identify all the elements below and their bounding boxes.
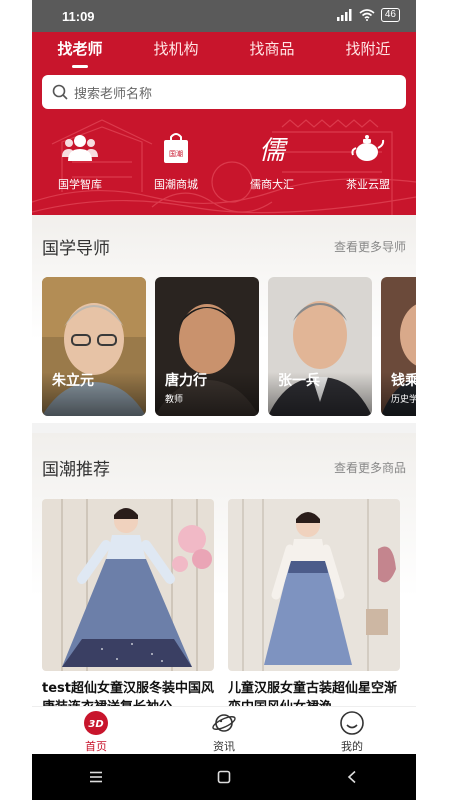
wifi-icon (359, 9, 375, 21)
mentor-list: 朱立元 唐力行 教师 张一兵 钱乘 历史学 (42, 277, 416, 417)
app-screen: 11:09 46 找老师 找机构 找商品 找附近 搜索老师名称 国学智库 国潮 … (32, 0, 416, 800)
menu-icon (90, 771, 102, 783)
section-divider (32, 423, 416, 433)
planet-icon (212, 714, 236, 732)
nav-label: 我的 (341, 740, 363, 753)
mentor-card[interactable]: 朱立元 (42, 277, 146, 416)
status-time: 11:09 (62, 9, 95, 24)
status-bar: 11:09 46 (32, 0, 416, 32)
mentor-card[interactable]: 张一兵 (268, 277, 372, 416)
tab-find-teacher[interactable]: 找老师 (32, 38, 128, 68)
nav-home[interactable]: 3D 首页 (32, 707, 160, 754)
shopping-bag-icon: 国潮 (158, 130, 194, 166)
nav-label: 首页 (85, 740, 107, 753)
mentor-photo (268, 277, 372, 416)
quick-link-confucian-merchants[interactable]: 儒 儒商大汇 (224, 130, 320, 200)
back-button[interactable] (332, 762, 372, 792)
nav-profile[interactable]: 我的 (288, 707, 416, 754)
mentor-card[interactable]: 钱乘 历史学 (381, 277, 416, 416)
teapot-icon (350, 130, 386, 166)
mentor-role: 历史学 (391, 395, 416, 405)
top-tabs: 找老师 找机构 找商品 找附近 (32, 38, 416, 68)
more-mentors-link[interactable]: 查看更多导师 (334, 238, 406, 255)
hero-banner: 找老师 找机构 找商品 找附近 搜索老师名称 国学智库 国潮 国潮商城 儒 儒商… (32, 32, 416, 215)
products-title: 国潮推荐 (42, 459, 110, 480)
quick-link-tea-alliance[interactable]: 茶业云盟 (320, 130, 416, 200)
quick-link-label: 儒商大汇 (250, 178, 294, 191)
battery-indicator: 46 (380, 8, 400, 22)
bottom-nav: 3D 首页 资讯 我的 (32, 706, 416, 754)
signal-icon (336, 9, 352, 21)
mentor-role: 教师 (165, 395, 184, 405)
calligraphy-glyph: 儒 (258, 135, 285, 166)
quick-link-guoxue-think-tank[interactable]: 国学智库 (32, 130, 128, 200)
tab-find-product[interactable]: 找商品 (224, 38, 320, 68)
product-image (228, 499, 400, 671)
product-list: test超仙女童汉服冬装中国风唐装连衣裙送复长袖公 儿童汉服女童古装超仙星空渐 (42, 499, 416, 717)
home-button[interactable] (204, 762, 244, 792)
tab-find-nearby[interactable]: 找附近 (320, 38, 416, 68)
quick-links: 国学智库 国潮 国潮商城 儒 儒商大汇 茶业云盟 (32, 130, 416, 200)
smiley-icon (340, 711, 364, 735)
shopping-bag-badge: 国潮 (169, 149, 183, 158)
quick-link-guochao-mall[interactable]: 国潮 国潮商城 (128, 130, 224, 200)
product-image (42, 499, 214, 671)
people-icon (62, 130, 98, 166)
quick-link-label: 国潮商城 (154, 178, 198, 191)
menu-button[interactable] (76, 762, 116, 792)
status-icons: 46 (336, 8, 400, 22)
mentors-title: 国学导师 (42, 238, 110, 259)
more-products-link[interactable]: 查看更多商品 (334, 459, 406, 476)
svg-text:3D: 3D (88, 719, 103, 730)
products-header: 国潮推荐 查看更多商品 (42, 454, 406, 480)
quick-link-label: 茶业云盟 (346, 178, 390, 191)
quick-link-label: 国学智库 (58, 178, 102, 191)
home-logo-icon: 3D (84, 711, 108, 735)
products-section: 国潮推荐 查看更多商品 test超仙女童汉服冬装中国风唐装连 (32, 433, 416, 715)
mentor-name: 朱立元 (52, 373, 94, 389)
mentor-photo (42, 277, 146, 416)
nav-news[interactable]: 资讯 (160, 707, 288, 754)
search-placeholder: 搜索老师名称 (74, 86, 153, 102)
calligraphy-ru-icon: 儒 (254, 130, 290, 166)
mentors-section: 国学导师 查看更多导师 朱立元 唐力行 教师 张一兵 钱乘 历史学 (32, 215, 416, 423)
search-icon (52, 84, 68, 100)
mentors-header: 国学导师 查看更多导师 (42, 233, 406, 259)
product-card[interactable]: 儿童汉服女童古装超仙星空渐变中国风仙女裙渔 (228, 499, 400, 717)
mentor-card[interactable]: 唐力行 教师 (155, 277, 259, 416)
search-input[interactable]: 搜索老师名称 (42, 75, 406, 109)
system-navigation-bar (32, 754, 416, 800)
back-chevron-icon (347, 770, 356, 784)
nav-label: 资讯 (213, 740, 235, 753)
mentor-name: 张一兵 (278, 373, 320, 389)
square-icon (217, 770, 231, 784)
mentor-name: 钱乘 (391, 373, 416, 389)
product-card[interactable]: test超仙女童汉服冬装中国风唐装连衣裙送复长袖公 (42, 499, 214, 717)
tab-find-institution[interactable]: 找机构 (128, 38, 224, 68)
mentor-name: 唐力行 (165, 373, 207, 389)
